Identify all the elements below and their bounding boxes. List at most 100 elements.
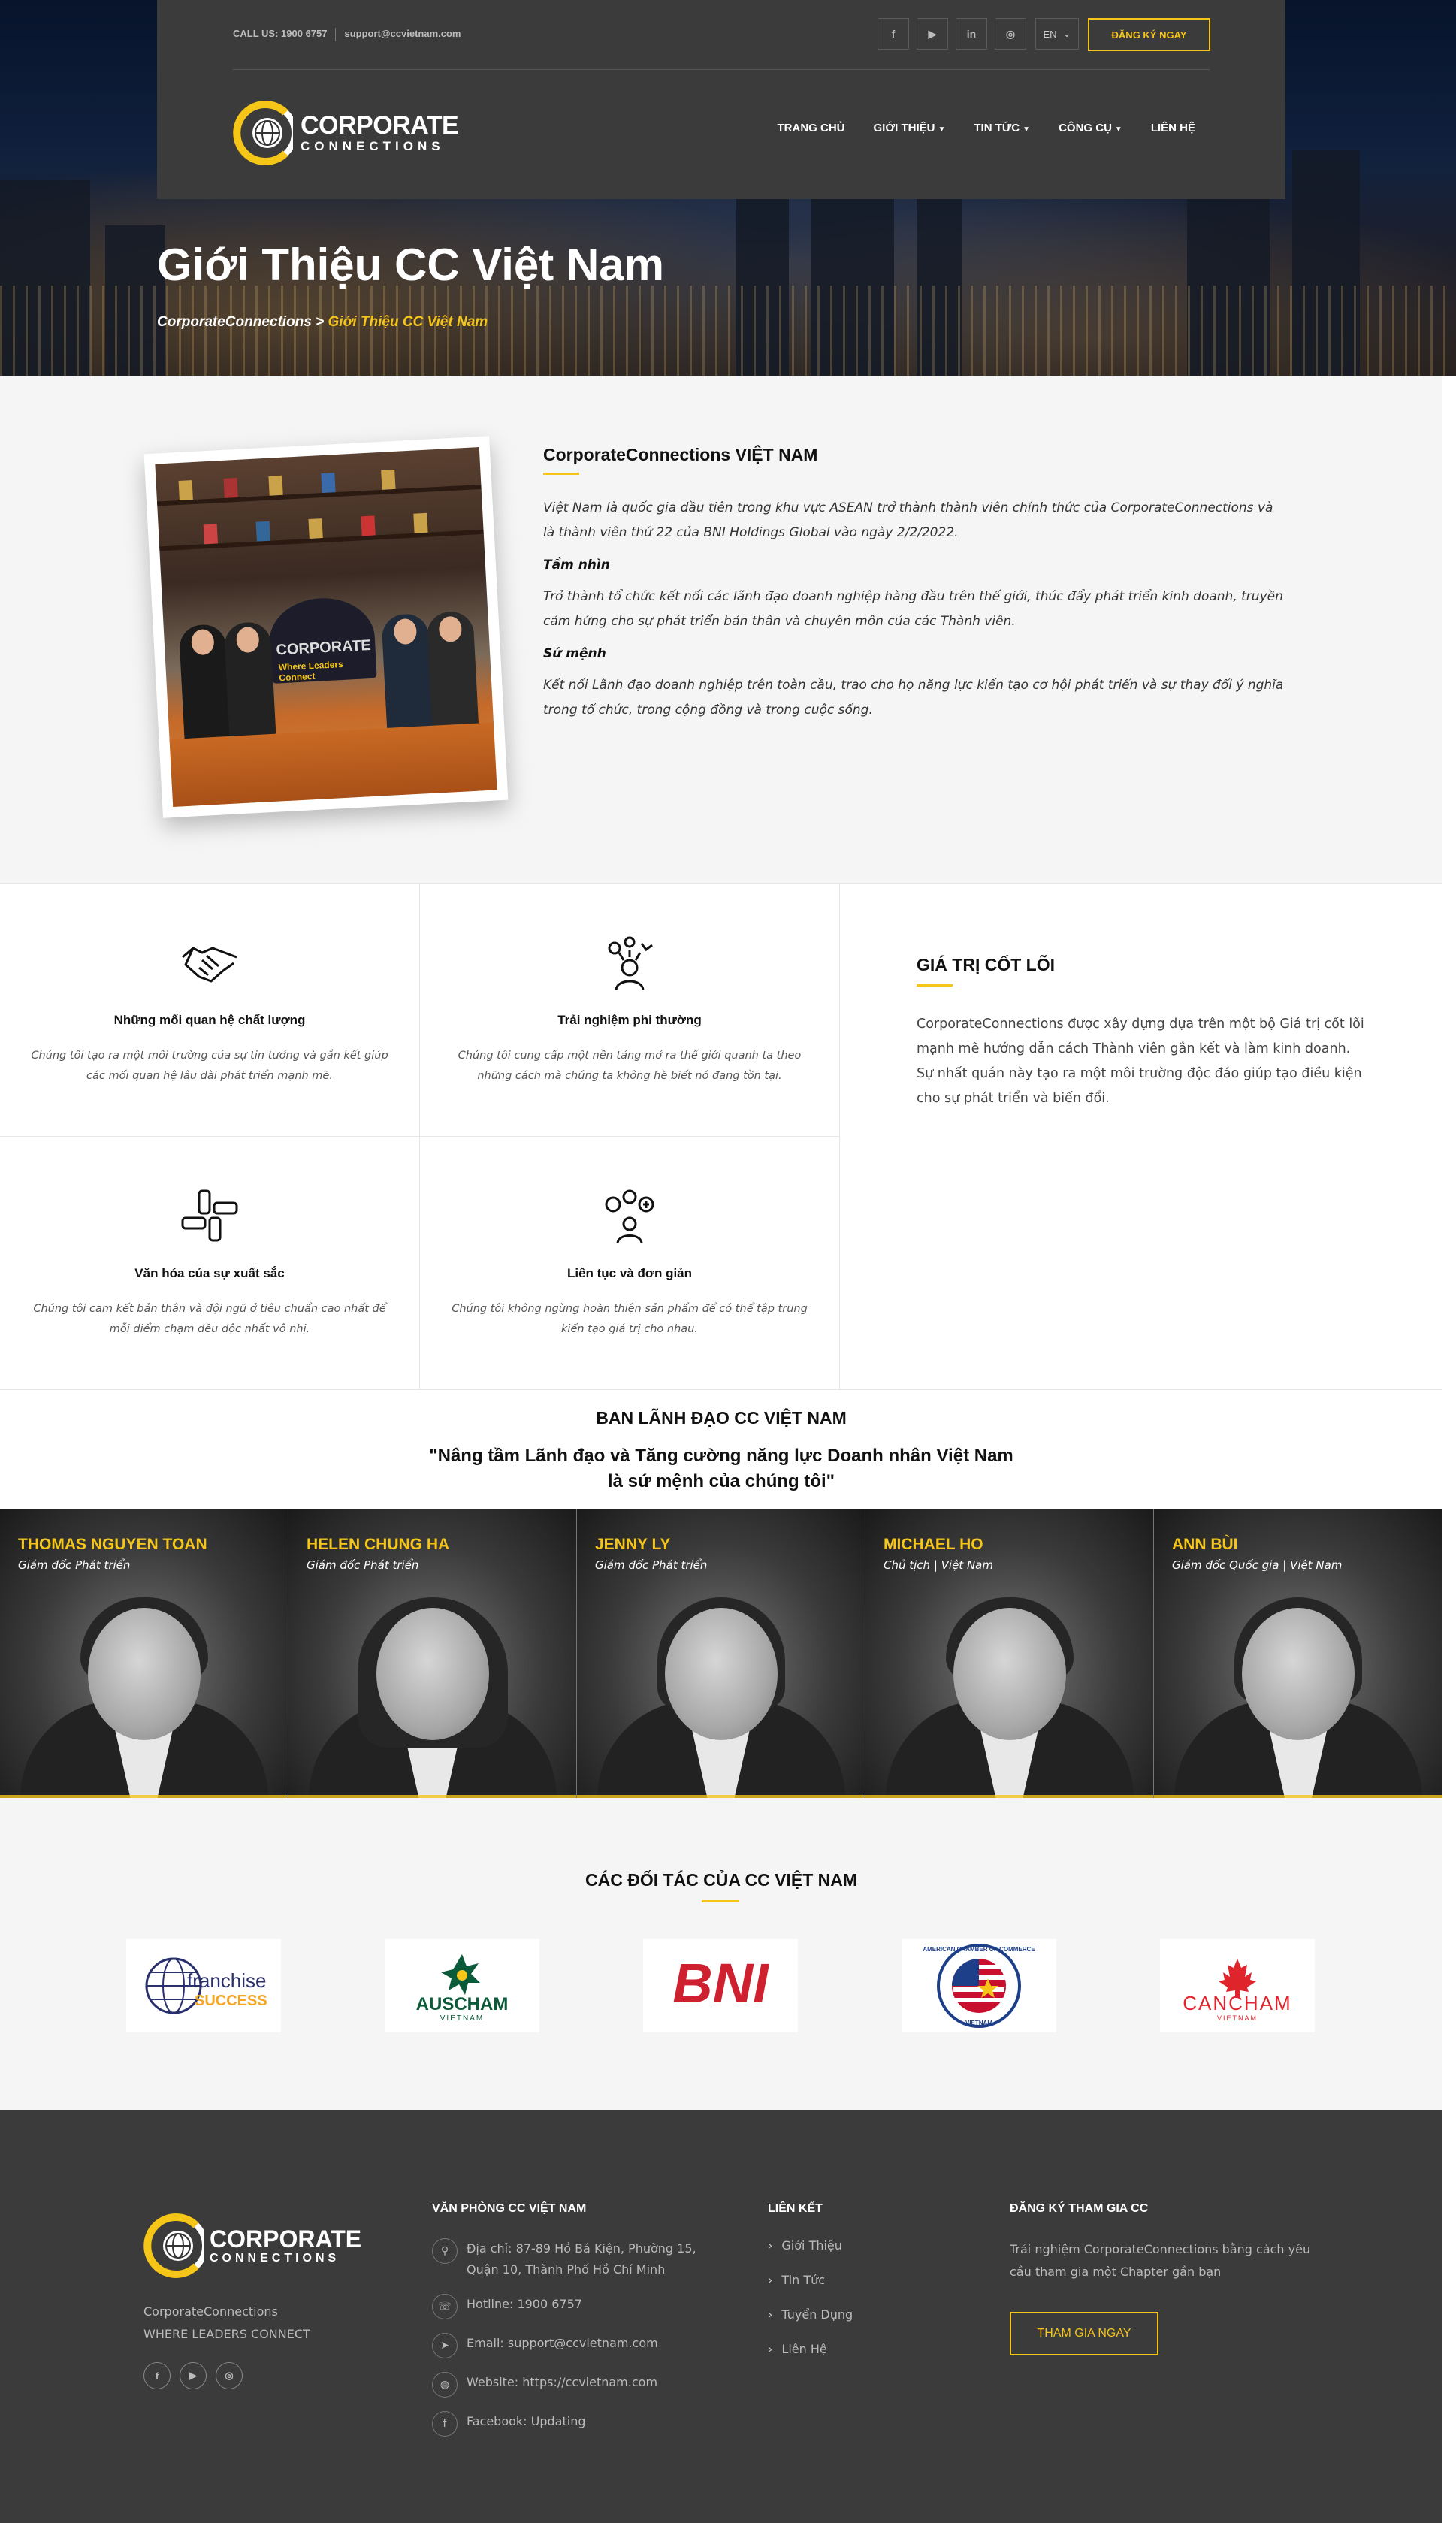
about-photo: CORPORATE Where Leaders Connect: [143, 436, 509, 818]
youtube-icon[interactable]: ▶: [917, 18, 948, 50]
chevron-right-icon: ›: [768, 2342, 773, 2356]
site-logo[interactable]: CORPORATE CONNECTIONS: [233, 98, 459, 168]
leader-name: JENNY LY: [595, 1536, 671, 1553]
footer-link[interactable]: › Tin Tức: [768, 2273, 963, 2287]
core-values-title: GIÁ TRỊ CỐT LÕI: [917, 955, 1055, 974]
hotline-item[interactable]: ☏ Hotline: 1900 6757: [432, 2294, 733, 2319]
title-underline: [702, 1900, 739, 1902]
photo-banner: CORPORATE Where Leaders Connect: [267, 595, 377, 684]
page-title: Giới Thiệu CC Việt Nam: [157, 240, 664, 290]
linkedin-icon[interactable]: in: [956, 18, 987, 50]
leader-card[interactable]: HELEN CHUNG HA Giám đốc Phát triển: [288, 1509, 577, 1798]
partner-logo-cancham[interactable]: CANCHAM VIETNAM: [1160, 1939, 1315, 2032]
instagram-icon[interactable]: ◎: [216, 2362, 243, 2389]
caret-down-icon: ▼: [1114, 125, 1122, 134]
footer-logo-title: CORPORATE: [210, 2225, 362, 2253]
email-link[interactable]: support@ccvietnam.com: [345, 28, 461, 39]
leader-name: THOMAS NGUYEN TOAN: [18, 1536, 207, 1553]
leader-role: Giám đốc Phát triển: [18, 1558, 131, 1572]
footer-logo[interactable]: CORPORATE CONNECTIONS: [143, 2210, 361, 2281]
chevron-right-icon: ›: [768, 2307, 773, 2322]
partner-logo-franchise-success[interactable]: franchise SUCCESS: [126, 1939, 281, 2032]
nav-home[interactable]: TRANG CHỦ: [778, 122, 845, 134]
footer-social: f ▶ ◎: [143, 2362, 243, 2389]
leader-role: Chủ tịch | Việt Nam: [884, 1558, 993, 1572]
nav-tools[interactable]: CÔNG CỤ ▼: [1059, 122, 1122, 134]
website-item[interactable]: ◍ Website: https://ccvietnam.com: [432, 2372, 733, 2398]
about-intro: Việt Nam là quốc gia đầu tiên trong khu …: [543, 500, 1273, 540]
language-selector[interactable]: EN ⌄: [1035, 18, 1079, 50]
auscham-star-icon: AUSCHAM VIETNAM: [416, 1954, 509, 2023]
partner-name: CANCHAM: [1183, 1992, 1291, 2014]
partner-sub: VIETNAM: [965, 2020, 992, 2026]
footer-link[interactable]: › Tuyển Dụng: [768, 2307, 963, 2322]
tagline-line-2: WHERE LEADERS CONNECT: [143, 2327, 310, 2341]
facebook-icon[interactable]: f: [878, 18, 909, 50]
footer-link[interactable]: › Liên Hệ: [768, 2342, 963, 2356]
breadcrumb-home[interactable]: CorporateConnections: [157, 314, 312, 330]
tagline-line-1: CorporateConnections: [143, 2304, 278, 2319]
leadership-slogan: "Nâng tầm Lãnh đạo và Tăng cường năng lự…: [0, 1443, 1442, 1494]
instagram-icon[interactable]: ◎: [995, 18, 1026, 50]
leader-card[interactable]: ANN BÙI Giám đốc Quốc gia | Việt Nam: [1154, 1509, 1442, 1798]
nav-news-label: TIN TỨC: [974, 122, 1020, 134]
value-card: Liên tục và đơn giản Chúng tôi không ngừ…: [420, 1137, 840, 1390]
value-card: Văn hóa của sự xuất sắc Chúng tôi cam kế…: [0, 1137, 420, 1390]
leader-name: MICHAEL HO: [884, 1536, 983, 1553]
footer-register: ĐĂNG KÝ THAM GIA CC Trải nghiệm Corporat…: [1010, 2202, 1355, 2355]
register-button[interactable]: ĐĂNG KÝ NGAY: [1088, 18, 1210, 51]
register-title: ĐĂNG KÝ THAM GIA CC: [1010, 2202, 1149, 2215]
partner-logo-amcham[interactable]: AMERICAN CHAMBER OF COMMERCE VIETNAM: [902, 1939, 1056, 2032]
nav-about[interactable]: GIỚI THIỆU ▼: [874, 122, 946, 134]
youtube-icon[interactable]: ▶: [180, 2362, 207, 2389]
photo-banner-title: CORPORATE: [275, 636, 372, 659]
nav-tools-label: CÔNG CỤ: [1059, 122, 1112, 134]
franchise-globe-icon: franchise SUCCESS: [145, 1957, 267, 2014]
partner-logo-bni[interactable]: BNI: [643, 1939, 798, 2032]
facebook-text: Facebook: Updating: [467, 2414, 586, 2428]
nav-contact[interactable]: LIÊN HỆ: [1151, 122, 1195, 134]
nav-news[interactable]: TIN TỨC ▼: [974, 122, 1030, 134]
website-text: Website: https://ccvietnam.com: [467, 2375, 658, 2389]
leader-card[interactable]: MICHAEL HO Chủ tịch | Việt Nam: [865, 1509, 1154, 1798]
person-ideas-icon: [608, 936, 653, 990]
photo-banner-subtitle: Where Leaders Connect: [278, 658, 344, 684]
phone-icon: ☏: [432, 2294, 458, 2319]
leader-name: HELEN CHUNG HA: [307, 1536, 450, 1553]
value-title: Liên tục và đơn giản: [566, 1266, 693, 1280]
email-item[interactable]: ➤ Email: support@ccvietnam.com: [432, 2333, 733, 2358]
hero-banner: CALL US: 1900 6757 support@ccvietnam.com …: [0, 0, 1456, 376]
leader-card[interactable]: JENNY LY Giám đốc Phát triển: [577, 1509, 865, 1798]
partner-logo-auscham[interactable]: AUSCHAM VIETNAM: [385, 1939, 539, 2032]
leader-photo: [1242, 1608, 1355, 1740]
join-now-button[interactable]: THAM GIA NGAY: [1010, 2312, 1158, 2355]
facebook-icon: f: [432, 2411, 458, 2437]
caret-down-icon: ▼: [938, 125, 946, 134]
nav-about-label: GIỚI THIỆU: [873, 122, 935, 134]
partner-sub: SUCCESS: [195, 1993, 267, 2009]
main-nav: TRANG CHỦ GIỚI THIỆU ▼ TIN TỨC ▼ CÔNG CỤ ▼ …: [778, 122, 1196, 134]
partner-name: AUSCHAM: [416, 1994, 509, 2014]
breadcrumb: CorporateConnections > Giới Thiệu CC Việ…: [157, 314, 488, 331]
facebook-item[interactable]: f Facebook: Updating: [432, 2411, 733, 2437]
footer-tagline: CorporateConnections WHERE LEADERS CONNE…: [143, 2301, 310, 2346]
slogan-line-1: "Nâng tầm Lãnh đạo và Tăng cường năng lự…: [429, 1446, 1013, 1466]
core-values: GIÁ TRỊ CỐT LÕI CorporateConnections đượ…: [917, 955, 1367, 1111]
logo-icon: [233, 101, 293, 165]
about-title: CorporateConnections VIỆT NAM: [543, 445, 818, 464]
vision-text: Trở thành tổ chức kết nối các lãnh đạo d…: [543, 589, 1283, 629]
footer-link[interactable]: › Giới Thiệu: [768, 2238, 963, 2253]
footer-link-label: Tuyển Dụng: [781, 2307, 853, 2322]
slogan-line-2: là sứ mệnh của chúng tôi": [607, 1471, 835, 1491]
amcham-seal-icon: AMERICAN CHAMBER OF COMMERCE VIETNAM: [923, 1944, 1035, 2028]
contact-info: CALL US: 1900 6757 support@ccvietnam.com: [233, 28, 469, 41]
leader-name: ANN BÙI: [1172, 1536, 1238, 1553]
partner-name: franchise: [187, 1969, 267, 1992]
about-section: CORPORATE Where Leaders Connect Corporat…: [0, 376, 1442, 883]
page: CALL US: 1900 6757 support@ccvietnam.com …: [0, 0, 1456, 2523]
vision-title: Tầm nhìn: [543, 557, 610, 573]
facebook-icon[interactable]: f: [143, 2362, 171, 2389]
leader-photo: [87, 1608, 201, 1740]
partners-title: CÁC ĐỐI TÁC CỦA CC VIỆT NAM: [585, 1870, 858, 1890]
leader-card[interactable]: THOMAS NGUYEN TOAN Giám đốc Phát triển: [0, 1509, 288, 1798]
